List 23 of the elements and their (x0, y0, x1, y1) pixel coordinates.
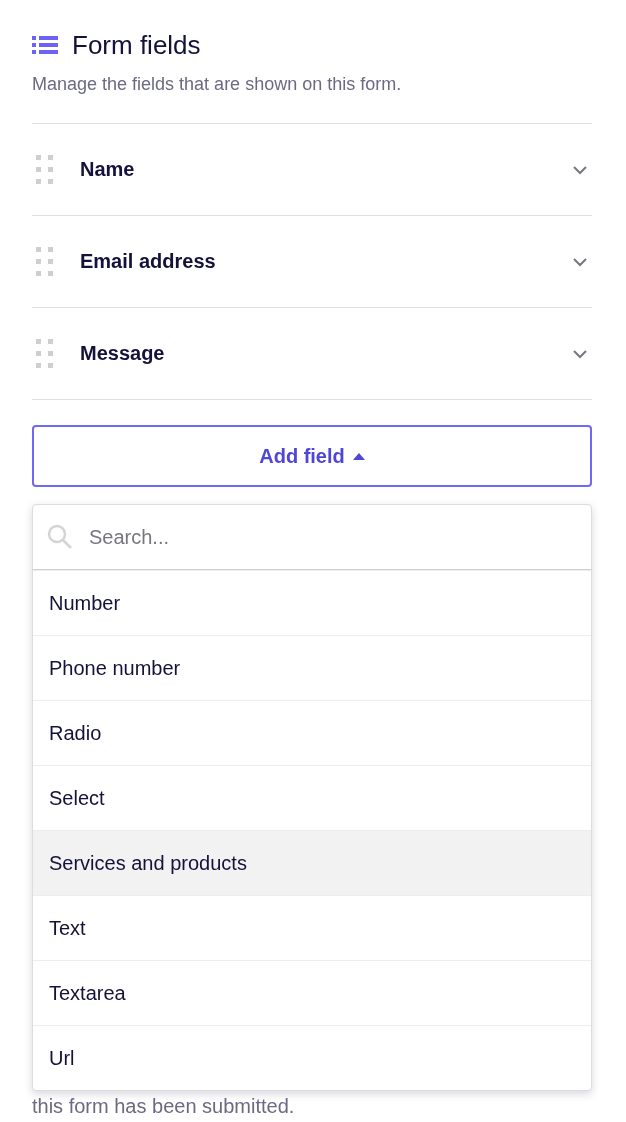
note-text: this form has been submitted. (32, 1095, 296, 1118)
add-field-button[interactable]: Add field (32, 425, 592, 487)
drag-handle-icon[interactable] (36, 154, 54, 185)
menu-item[interactable]: Textarea (33, 960, 591, 1025)
section-description: Manage the fields that are shown on this form. (32, 74, 592, 124)
field-name: Email address (80, 250, 217, 273)
menu-item[interactable]: Radio (33, 700, 591, 765)
search-field[interactable]: Search... (87, 524, 577, 550)
list-icon (32, 35, 58, 55)
menu-item[interactable]: Phone number (33, 635, 591, 700)
drag-handle-icon[interactable] (36, 338, 54, 369)
menu-item[interactable]: Text (33, 895, 591, 960)
drag-handle-icon[interactable] (36, 246, 54, 277)
field-name: Message (80, 342, 166, 365)
section-title: Form fields (72, 29, 201, 61)
search-icon (47, 524, 73, 550)
menu-item[interactable]: Services and products (33, 830, 591, 895)
field-name: Name (80, 158, 136, 181)
chevron-icon[interactable] (572, 348, 588, 359)
chevron-icon[interactable] (572, 256, 588, 267)
menu-item[interactable]: Url (33, 1025, 591, 1090)
chevron-icon[interactable] (572, 164, 588, 175)
menu-item[interactable]: Number (33, 570, 591, 635)
